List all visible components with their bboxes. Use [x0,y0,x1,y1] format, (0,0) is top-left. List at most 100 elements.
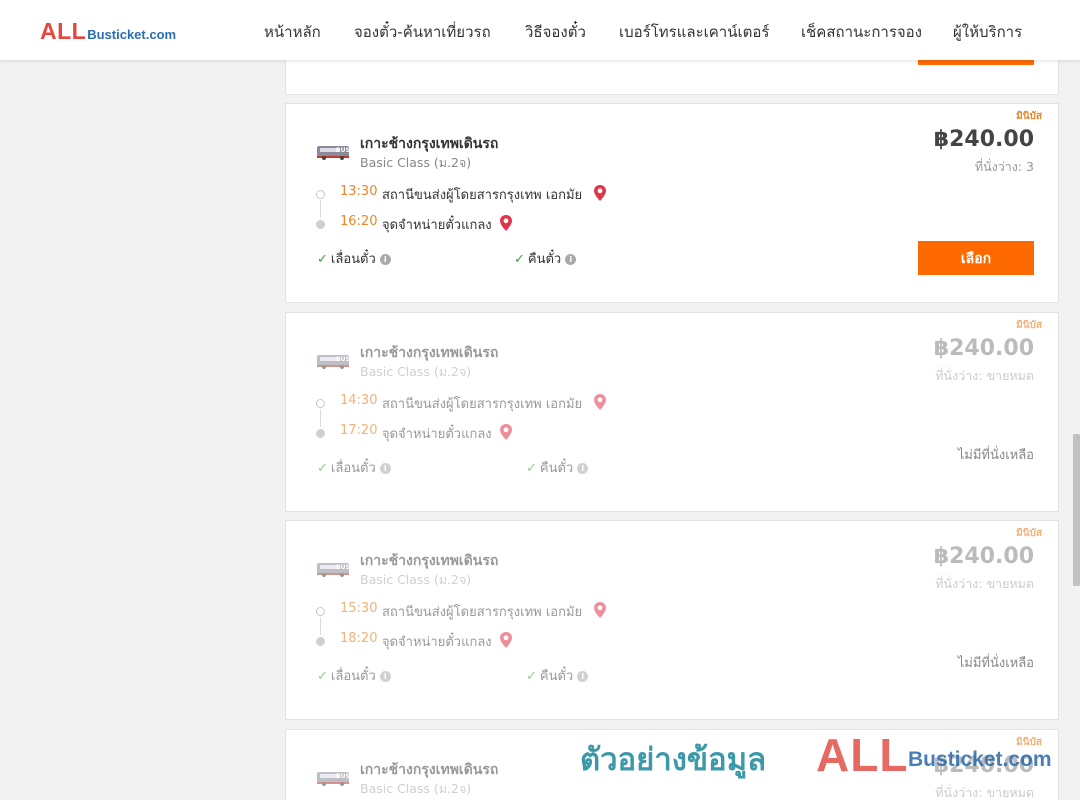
arrival-dot [316,637,325,646]
svg-text:BUS: BUS [336,147,350,154]
check-icon: ✓ [317,461,328,476]
check-icon: ✓ [317,252,328,267]
minibus-tag: มินิบัส [1016,320,1042,331]
feature-reschedule-label: เลื่อนตั๋ว [330,669,376,684]
info-icon[interactable]: i [379,254,391,265]
svg-text:BUS: BUS [336,564,350,571]
feature-reschedule: ✓ เลื่อนตั๋ว i [317,248,391,267]
departure-time: 14:30 [340,393,378,408]
feature-reschedule-label: เลื่อนตั๋ว [330,252,376,267]
departure-dot [316,607,325,616]
minibus-tag: มินิบัส [1016,528,1042,539]
trip-card: มินิบัส BUS เกาะช้างกรุงเทพเดินรถ Basic … [285,103,1059,303]
nav-book-search[interactable]: จองตั๋ว-ค้นหาเที่ยวรถ [354,20,491,44]
trip-card-previous [285,58,1059,95]
nav-how-to-book[interactable]: วิธีจองตั๋ว [525,20,586,44]
trip-price: ฿240.00 [933,127,1034,152]
info-icon[interactable]: i [565,254,577,265]
departure-time: 15:30 [340,601,378,616]
no-seats-status: ไม่มีที่นั่งเหลือ [957,448,1034,463]
no-seats-status: ไม่มีที่นั่งเหลือ [957,656,1034,671]
map-pin-icon[interactable] [593,601,607,619]
arrival-place: จุดจำหน่ายตั๋วแกลง [382,218,492,233]
check-icon: ✓ [514,252,525,267]
check-icon: ✓ [526,461,537,476]
check-icon: ✓ [526,669,537,684]
nav-home[interactable]: หน้าหลัก [264,20,321,44]
info-icon[interactable]: i [379,671,391,682]
trip-price: ฿240.00 [933,544,1034,569]
departure-place: สถานีขนส่งผู้โดยสารกรุงเทพ เอกมัย [382,397,583,412]
map-pin-icon[interactable] [499,423,513,441]
trip-price: ฿240.00 [933,753,1034,778]
departure-stop: 13:30 สถานีขนส่งผู้โดยสารกรุงเทพ เอกมัย [316,184,716,204]
feature-refund: ✓ คืนตั๋ว i [514,248,577,267]
operator-name: เกาะช้างกรุงเทพเดินรถ [360,762,499,778]
svg-text:BUS: BUS [336,356,350,363]
info-icon[interactable]: i [379,463,391,474]
departure-place: สถานีขนส่งผู้โดยสารกรุงเทพ เอกมัย [382,188,583,203]
operator-name: เกาะช้างกรุงเทพเดินรถ [360,345,499,361]
trip-card: มินิบัส BUS เกาะช้างกรุงเทพเดินรถ Basic … [285,729,1059,800]
info-icon[interactable]: i [577,671,589,682]
arrival-dot [316,429,325,438]
feature-refund-label: คืนตั๋ว [539,669,574,684]
arrival-stop: 17:20 จุดจำหน่ายตั๋วแกลง [316,423,716,443]
bus-class: Basic Class (ม.2จ) [360,572,472,587]
departure-dot [316,190,325,199]
arrival-time: 18:20 [340,631,378,646]
bus-class: Basic Class (ม.2จ) [360,781,472,796]
map-pin-icon[interactable] [593,184,607,202]
departure-stop: 15:30 สถานีขนส่งผู้โดยสารกรุงเทพ เอกมัย [316,601,716,621]
site-logo[interactable]: ALL Busticket.com [40,18,176,44]
nav-booking-status[interactable]: เช็คสถานะการจอง [801,20,922,44]
departure-dot [316,399,325,408]
info-icon[interactable]: i [577,463,589,474]
trip-price: ฿240.00 [933,336,1034,361]
feature-reschedule: ✓ เลื่อนตั๋ว i [317,665,391,684]
select-button[interactable]: เลือก [918,241,1034,275]
minibus-tag: มินิบัส [1016,737,1042,748]
logo-busticket-text: Busticket.com [87,27,177,42]
feature-refund-label: คืนตั๋ว [527,252,562,267]
feature-reschedule: ✓ เลื่อนตั๋ว i [317,457,391,476]
main-nav: หน้าหลัก จองตั๋ว-ค้นหาเที่ยวรถ วิธีจองตั… [230,0,1080,60]
bus-class: Basic Class (ม.2จ) [360,364,472,379]
departure-place: สถานีขนส่งผู้โดยสารกรุงเทพ เอกมัย [382,605,583,620]
arrival-stop: 18:20 จุดจำหน่ายตั๋วแกลง [316,631,716,651]
check-icon: ✓ [317,669,328,684]
trip-card: มินิบัส BUS เกาะช้างกรุงเทพเดินรถ Basic … [285,520,1059,720]
departure-stop: 14:30 สถานีขนส่งผู้โดยสารกรุงเทพ เอกมัย [316,393,716,413]
svg-text:BUS: BUS [336,773,350,780]
arrival-time: 17:20 [340,423,378,438]
operator-name: เกาะช้างกรุงเทพเดินรถ [360,553,499,569]
map-pin-icon[interactable] [593,393,607,411]
minibus-tag: มินิบัส [1016,111,1042,122]
seats-available: ที่นั่งว่าง: ขายหมด [935,785,1034,800]
feature-refund-label: คืนตั๋ว [539,461,574,476]
nav-phone-counters[interactable]: เบอร์โทรและเคาน์เตอร์ [619,20,769,44]
seats-available: ที่นั่งว่าง: ขายหมด [935,368,1034,383]
trip-card: มินิบัส BUS เกาะช้างกรุงเทพเดินรถ Basic … [285,312,1059,512]
logo-all-text: ALL [40,18,87,44]
seats-available: ที่นั่งว่าง: ขายหมด [935,576,1034,591]
bus-operator-logo-icon: BUS [317,563,350,577]
seats-available: ที่นั่งว่าง: 3 [974,159,1034,174]
feature-refund: ✓ คืนตั๋ว i [526,457,589,476]
operator-name: เกาะช้างกรุงเทพเดินรถ [360,136,499,152]
map-pin-icon[interactable] [499,214,513,232]
nav-operators[interactable]: ผู้ให้บริการ [953,20,1022,44]
bus-operator-logo-icon: BUS [317,146,350,160]
page-scrollbar-thumb[interactable] [1073,434,1080,586]
bus-operator-logo-icon: BUS [317,772,350,786]
arrival-dot [316,220,325,229]
arrival-time: 16:20 [340,214,378,229]
feature-refund: ✓ คืนตั๋ว i [526,665,589,684]
bus-class: Basic Class (ม.2จ) [360,155,472,170]
arrival-place: จุดจำหน่ายตั๋วแกลง [382,635,492,650]
departure-time: 13:30 [340,184,378,199]
bus-operator-logo-icon: BUS [317,355,350,369]
arrival-place: จุดจำหน่ายตั๋วแกลง [382,427,492,442]
map-pin-icon[interactable] [499,631,513,649]
site-header: ALL Busticket.com หน้าหลัก จองตั๋ว-ค้นหา… [0,0,1080,60]
